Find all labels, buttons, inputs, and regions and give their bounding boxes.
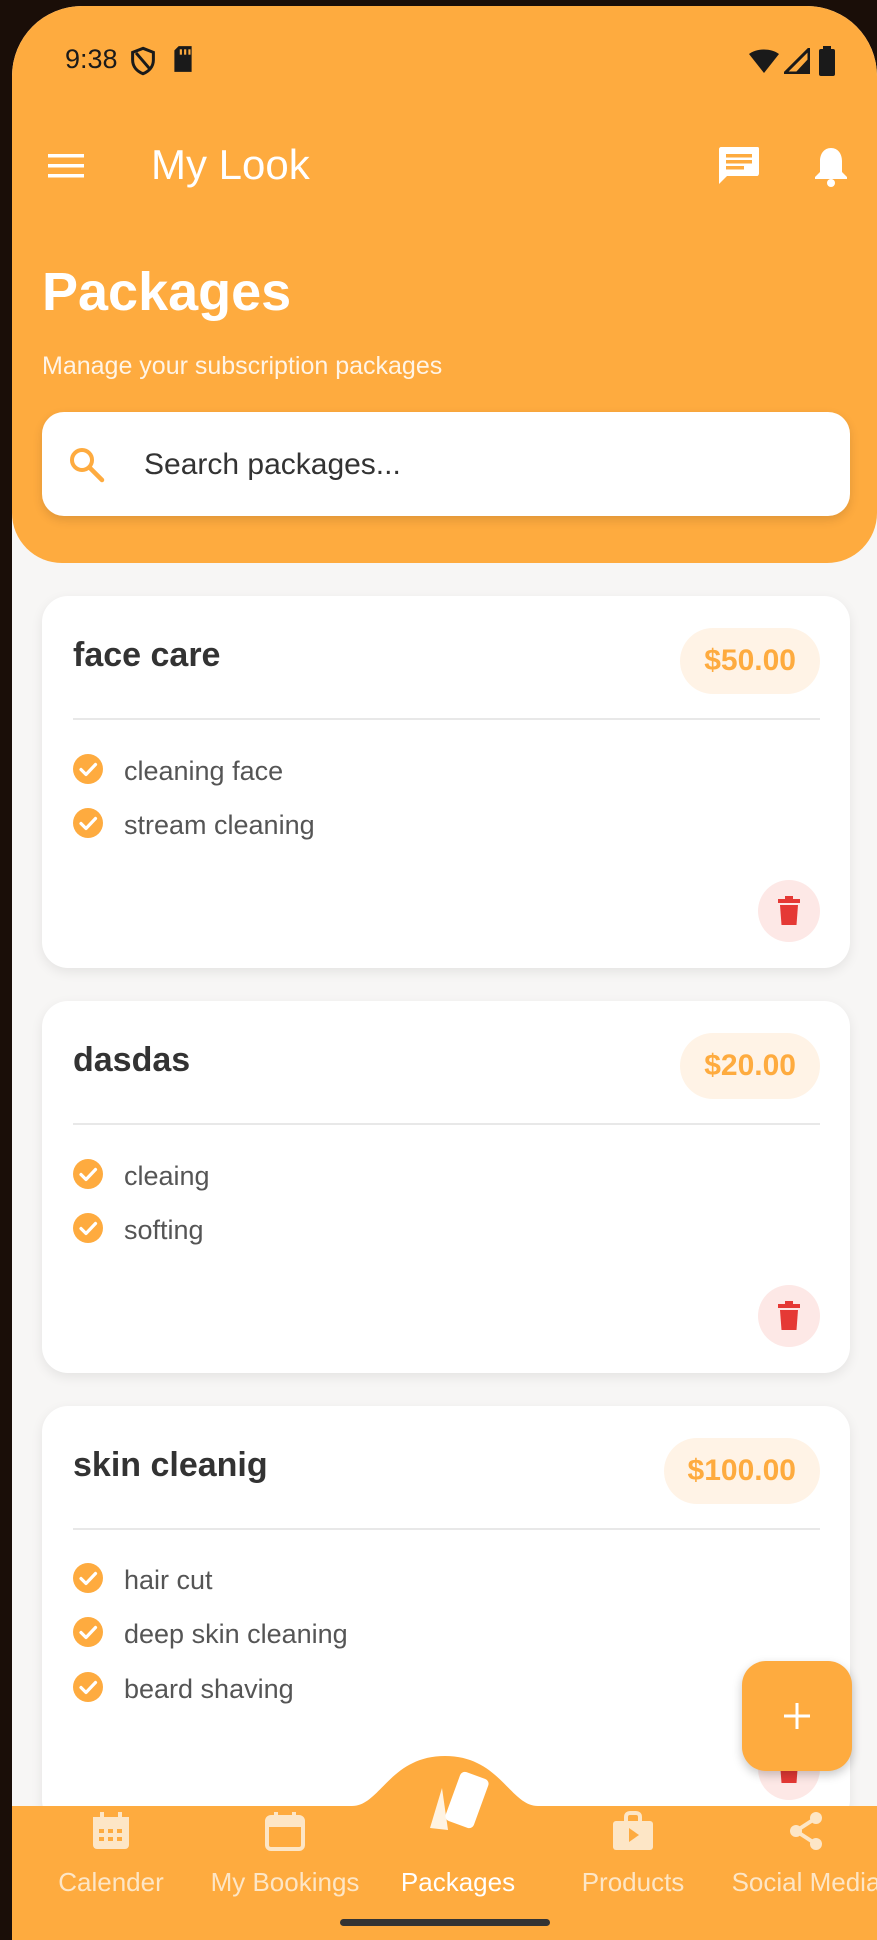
nav-item-products[interactable]: Products	[546, 1751, 720, 1901]
nav-label: Products	[581, 1867, 685, 1897]
battery-icon	[819, 46, 835, 76]
message-icon[interactable]	[717, 145, 761, 187]
card-divider	[73, 1528, 820, 1530]
delete-button[interactable]	[758, 1285, 820, 1347]
price-badge: $100.00	[663, 1438, 820, 1504]
card-divider	[73, 718, 820, 720]
nav-label: Social Media	[731, 1867, 877, 1897]
sd-card-icon	[174, 46, 192, 72]
nav-label: Packages	[400, 1867, 516, 1897]
card-divider	[73, 1123, 820, 1125]
bottom-navigation: Calender My Bookings Packages Products S…	[12, 1751, 877, 1940]
search-bar[interactable]	[42, 412, 850, 516]
nav-item-my-bookings[interactable]: My Bookings	[198, 1751, 372, 1901]
feature-label: cleaing	[124, 1161, 210, 1191]
price-badge: $20.00	[680, 1033, 820, 1099]
shopping-bag-icon	[613, 1811, 653, 1850]
nav-item-social-media[interactable]: Social Media	[719, 1751, 877, 1901]
app-title: My Look	[151, 141, 310, 188]
trash-icon	[778, 896, 800, 925]
notification-bell-icon[interactable]	[813, 145, 849, 187]
packages-icon	[430, 1771, 489, 1830]
check-circle-icon	[73, 1563, 103, 1593]
nav-item-packages[interactable]: Packages	[371, 1751, 545, 1901]
package-name: face care	[73, 636, 221, 674]
feature-label: deep skin cleaning	[124, 1619, 348, 1649]
page-subtitle: Manage your subscription packages	[42, 352, 443, 380]
status-time: 9:38	[65, 44, 118, 74]
package-card[interactable]: dasdas $20.00 cleaing softing	[42, 1001, 850, 1373]
calendar-grid-icon	[93, 1812, 129, 1849]
shield-icon	[131, 46, 155, 76]
package-name: dasdas	[73, 1041, 191, 1079]
feature-label: cleaning face	[124, 756, 284, 786]
trash-icon	[778, 1301, 800, 1330]
search-icon	[70, 448, 105, 483]
feature-label: stream cleaning	[124, 810, 315, 840]
check-circle-icon	[73, 1672, 103, 1702]
menu-icon[interactable]	[46, 151, 86, 181]
package-name: skin cleanig	[73, 1446, 268, 1484]
phone-screen: 9:38 My Look Packages Manage your subscr…	[12, 6, 877, 1940]
nav-label: My Bookings	[210, 1867, 360, 1897]
status-bar: 9:38	[12, 6, 877, 106]
signal-icon	[784, 48, 810, 74]
search-input[interactable]	[142, 440, 826, 490]
calendar-icon	[265, 1812, 305, 1851]
feature-label: softing	[124, 1215, 204, 1245]
home-indicator[interactable]	[340, 1919, 550, 1926]
package-card[interactable]: face care $50.00 cleaning face stream cl…	[42, 596, 850, 968]
check-circle-icon	[73, 1213, 103, 1243]
plus-icon	[784, 1703, 810, 1729]
app-bar: My Look	[12, 131, 877, 201]
check-circle-icon	[73, 1159, 103, 1189]
share-icon	[790, 1812, 822, 1850]
check-circle-icon	[73, 754, 103, 784]
feature-label: beard shaving	[124, 1674, 294, 1704]
header: 9:38 My Look Packages Manage your subscr…	[12, 6, 877, 563]
nav-item-calender[interactable]: Calender	[24, 1751, 198, 1901]
check-circle-icon	[73, 808, 103, 838]
page-title: Packages	[42, 262, 292, 322]
check-circle-icon	[73, 1617, 103, 1647]
wifi-icon	[749, 49, 779, 73]
feature-label: hair cut	[124, 1565, 213, 1595]
delete-button[interactable]	[758, 880, 820, 942]
nav-label: Calender	[58, 1867, 164, 1897]
price-badge: $50.00	[680, 628, 820, 694]
